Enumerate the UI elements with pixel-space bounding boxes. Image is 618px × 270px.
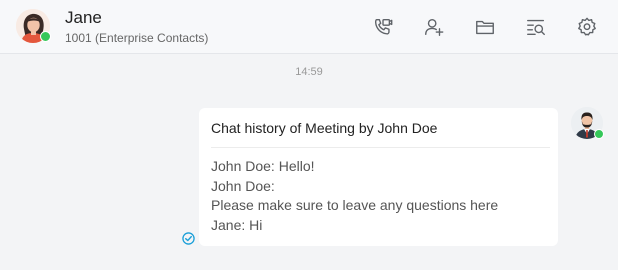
message-line: Jane: Hi xyxy=(211,216,263,233)
settings-gear-icon xyxy=(578,17,596,36)
contact-name: Jane xyxy=(65,8,102,27)
files-button[interactable] xyxy=(472,14,498,40)
message-title: Chat history of Meeting by John Doe xyxy=(211,120,438,136)
message-timestamp: 14:59 xyxy=(295,66,323,78)
message-divider xyxy=(211,147,550,148)
add-contact-icon xyxy=(425,18,444,36)
chat-header: Jane 1001 (Enterprise Contacts) xyxy=(0,0,618,54)
header-toolbar xyxy=(370,14,600,40)
video-call-icon xyxy=(374,18,393,35)
search-history-button[interactable] xyxy=(523,14,549,40)
sender-avatar[interactable] xyxy=(571,107,604,139)
search-history-icon xyxy=(527,19,545,36)
video-call-button[interactable] xyxy=(370,14,396,40)
add-contact-button[interactable] xyxy=(421,14,447,40)
settings-button[interactable] xyxy=(574,14,600,40)
online-status-dot xyxy=(594,129,604,139)
contact-subtitle: 1001 (Enterprise Contacts) xyxy=(65,31,209,45)
message-line: John Doe: Hello! xyxy=(211,158,315,174)
message-body: John Doe: Hello! John Doe: Please make s… xyxy=(211,157,498,235)
read-check-icon xyxy=(182,232,195,245)
contact-avatar[interactable] xyxy=(16,9,51,43)
message-bubble[interactable]: Chat history of Meeting by John Doe John… xyxy=(199,108,558,246)
online-status-dot xyxy=(40,31,51,42)
message-line: Please make sure to leave any questions … xyxy=(211,197,499,214)
folder-icon xyxy=(476,20,494,35)
message-line: John Doe: xyxy=(211,177,275,194)
